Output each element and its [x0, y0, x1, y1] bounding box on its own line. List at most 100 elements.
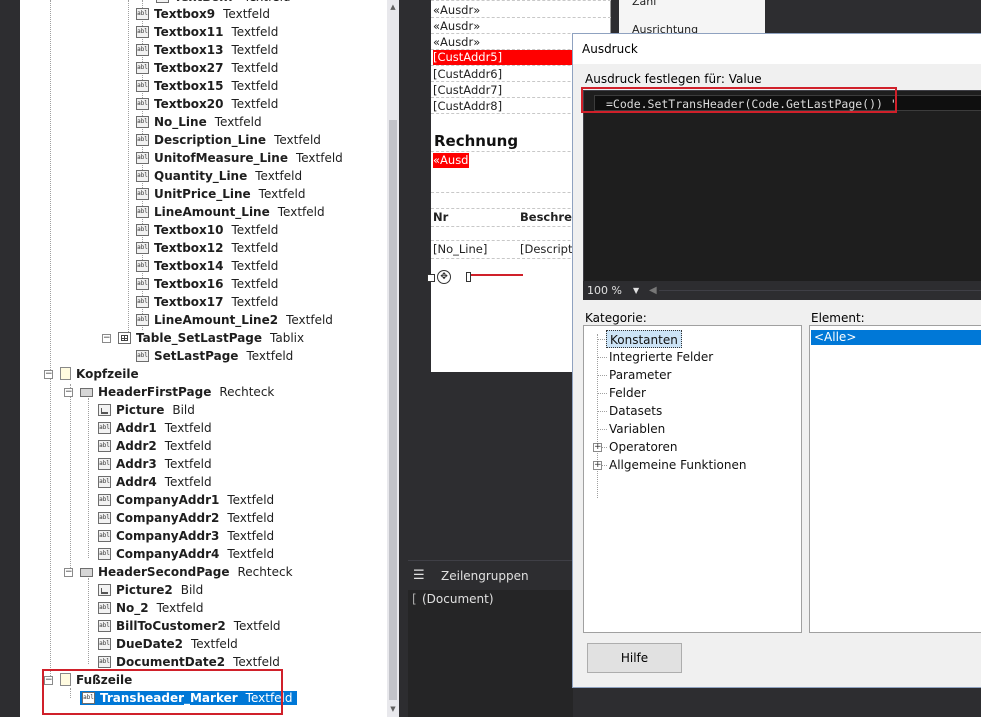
report-cell-custaddr5[interactable]: [CustAddr5]	[433, 50, 573, 65]
tree-item-name: UnitofMeasure_Line	[154, 151, 288, 165]
tree-item-type: Textfeld	[277, 205, 325, 219]
tree-item-name: DocumentDate2	[116, 655, 226, 669]
category-item-konstanten[interactable]: Konstanten	[606, 330, 682, 348]
panel-divider[interactable]	[399, 0, 408, 717]
tree-item[interactable]: Addr4 Textfeld	[98, 473, 212, 491]
tree-item-name: Textbox9	[154, 7, 216, 21]
tree-item[interactable]: Textbox12 Textfeld	[136, 239, 278, 257]
tree-item[interactable]: Addr2 Textfeld	[98, 437, 212, 455]
tree-scrollbar[interactable]: ▲ ▼	[387, 0, 399, 717]
tree-item[interactable]: Textbox9 Textfeld	[136, 5, 270, 23]
tree-item[interactable]: Addr3 Textfeld	[98, 455, 212, 473]
tree-item[interactable]: Textbox20 Textfeld	[136, 95, 278, 113]
tree-item[interactable]: UnitofMeasure_Line Textfeld	[136, 149, 343, 167]
report-cell-expression[interactable]: «Ausdr»	[433, 35, 480, 50]
collapse-minus-icon[interactable]: −	[44, 676, 53, 685]
category-item-variablen[interactable]: Variablen	[609, 420, 665, 438]
tree-item[interactable]: Picture2 Bild	[98, 581, 203, 599]
row-group-document[interactable]: (Document)	[422, 592, 494, 606]
tree-item[interactable]: LineAmount_Line2 Textfeld	[136, 311, 333, 329]
tree-item[interactable]: CompanyAddr4 Textfeld	[98, 545, 274, 563]
tree-item[interactable]: Picture Bild	[98, 401, 195, 419]
category-item-integrierte-felder[interactable]: Integrierte Felder	[609, 348, 713, 366]
category-item-operatoren[interactable]: Operatoren	[609, 438, 677, 456]
tree-item[interactable]: Textbox10 Textfeld	[136, 221, 278, 239]
move-handle-icon[interactable]: ✥	[437, 270, 451, 284]
collapse-minus-icon[interactable]: −	[44, 370, 53, 379]
tree-item-type: Textfeld	[231, 97, 279, 111]
category-item-felder[interactable]: Felder	[609, 384, 646, 402]
scroll-up-arrow-icon[interactable]: ▲	[387, 0, 399, 14]
tree-item[interactable]: UnitPrice_Line Textfeld	[136, 185, 305, 203]
tree-item[interactable]: HeaderSecondPage Rechteck	[80, 563, 293, 581]
tree-item[interactable]: Transheader_Marker Textfeld	[80, 689, 297, 707]
tree-item[interactable]: Addr1 Textfeld	[98, 419, 212, 437]
tree-item[interactable]: Textbox13 Textfeld	[136, 41, 278, 59]
report-cell-expression[interactable]: «Ausdr»	[433, 19, 480, 34]
scrollbar-thumb[interactable]	[389, 120, 397, 700]
tree-item[interactable]: SetLastPage Textfeld	[136, 347, 293, 365]
category-list[interactable]: Konstanten Integrierte Felder Parameter …	[583, 325, 802, 633]
scroll-down-arrow-icon[interactable]: ▼	[387, 702, 399, 716]
report-title[interactable]: Rechnung	[434, 132, 518, 150]
element-list[interactable]: <Alle>	[809, 325, 981, 633]
report-cell-expression[interactable]: «Ausdr»	[433, 3, 480, 18]
tree-item[interactable]: LineAmount_Line Textfeld	[136, 203, 325, 221]
tree-item-name: Description_Line	[154, 133, 267, 147]
tree-item[interactable]: DueDate2 Textfeld	[98, 635, 238, 653]
tree-item[interactable]: Textbox17 Textfeld	[136, 293, 278, 311]
tree-connector-line	[128, 0, 129, 344]
tree-item[interactable]: Textbox27 Textfeld	[136, 59, 278, 77]
zoom-level[interactable]: 100 %	[587, 281, 622, 300]
tree-connector-line	[70, 384, 71, 574]
tree-item[interactable]: Textbox15 Textfeld	[136, 77, 278, 95]
tree-item[interactable]: Fußzeile	[60, 671, 132, 689]
tree-item-name: Addr1	[116, 421, 157, 435]
collapse-minus-icon[interactable]: −	[64, 388, 73, 397]
textbox-icon	[136, 116, 149, 128]
tree-item[interactable]: HeaderFirstPage Rechteck	[80, 383, 274, 401]
tree-connector-line	[88, 578, 89, 664]
tree-item[interactable]: Textbox11 Textfeld	[136, 23, 278, 41]
property-item[interactable]: Zahl	[632, 0, 656, 8]
scroll-left-icon[interactable]: ◀	[649, 281, 657, 300]
category-item-parameter[interactable]: Parameter	[609, 366, 671, 384]
report-cell-custaddr6[interactable]: [CustAddr6]	[433, 67, 502, 82]
tree-item[interactable]: BillToCustomer2 Textfeld	[98, 617, 281, 635]
horizontal-scrollbar[interactable]	[659, 290, 981, 291]
element-item-alle[interactable]: <Alle>	[811, 330, 981, 345]
category-item-allgemeine-funktionen[interactable]: Allgemeine Funktionen	[609, 456, 746, 474]
tree-item[interactable]: CompanyAddr1 Textfeld	[98, 491, 274, 509]
textbox-icon	[136, 44, 149, 56]
report-cell-red-expression[interactable]: «Ausd	[433, 153, 469, 168]
tree-item-name: Textbox10	[154, 223, 224, 237]
tree-item[interactable]: CompanyAddr3 Textfeld	[98, 527, 274, 545]
tree-item[interactable]: Textbox14 Textfeld	[136, 257, 278, 275]
zoom-dropdown-icon[interactable]: ▼	[633, 281, 639, 300]
tree-item-name: HeaderSecondPage	[98, 565, 230, 579]
tree-item[interactable]: CompanyAddr2 Textfeld	[98, 509, 274, 527]
tree-item[interactable]: Table_SetLastPage Tablix	[118, 329, 304, 347]
collapse-minus-icon[interactable]: −	[64, 568, 73, 577]
category-item-datasets[interactable]: Datasets	[609, 402, 662, 420]
tree-item[interactable]: No_2 Textfeld	[98, 599, 203, 617]
tree-item[interactable]: Kopfzeile	[60, 365, 139, 383]
expand-plus-icon[interactable]: +	[593, 443, 602, 452]
tree-item[interactable]: DocumentDate2 Textfeld	[98, 653, 280, 671]
expand-plus-icon[interactable]: +	[593, 461, 602, 470]
table-cell-no-line[interactable]: [No_Line]	[433, 242, 487, 257]
tree-item[interactable]: Description_Line Textfeld	[136, 131, 321, 149]
report-cell-custaddr8[interactable]: [CustAddr8]	[433, 99, 502, 114]
tree-item[interactable]: Textbox16 Textfeld	[136, 275, 278, 293]
help-button[interactable]: Hilfe	[587, 643, 682, 673]
report-cell-custaddr7[interactable]: [CustAddr7]	[433, 83, 502, 98]
table-header-nr[interactable]: Nr	[433, 210, 448, 225]
selected-marker-textbox[interactable]: ✥	[427, 270, 527, 284]
tree-item[interactable]: Quantity_Line Textfeld	[136, 167, 302, 185]
tree-item[interactable]: No_Line Textfeld	[136, 113, 262, 131]
expression-text[interactable]: =Code.SetTransHeader(Code.GetLastPage())…	[606, 97, 897, 111]
collapse-minus-icon[interactable]: −	[102, 334, 111, 343]
resize-handle[interactable]	[427, 274, 435, 282]
expression-editor[interactable]: =Code.SetTransHeader(Code.GetLastPage())…	[583, 90, 981, 300]
document-outline-tree[interactable]: TextBox7Textfeld Textbox9TextfeldTextbox…	[20, 0, 387, 717]
